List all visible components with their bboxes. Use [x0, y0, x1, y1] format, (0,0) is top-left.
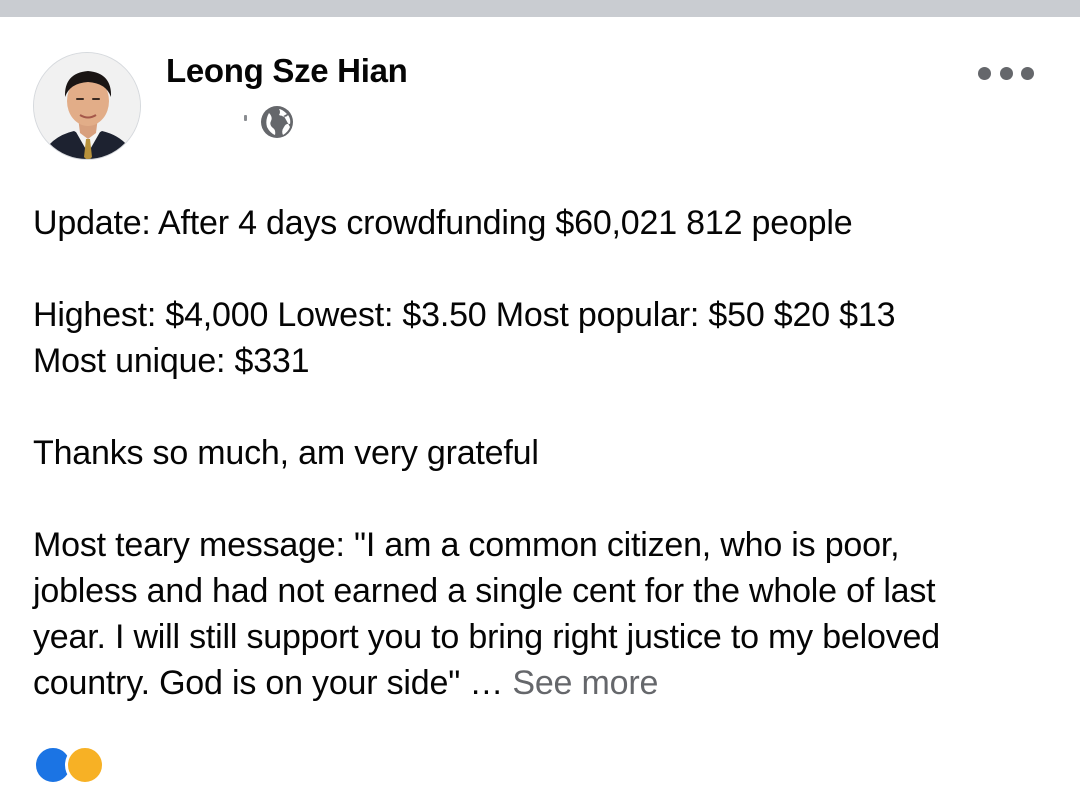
reactions-summary[interactable] [33, 745, 133, 785]
paragraph-amounts: Highest: $4,000 Lowest: $3.50 Most popul… [33, 292, 1053, 384]
meta-separator [244, 115, 247, 121]
more-dot [999, 66, 1013, 80]
avatar-portrait-image [34, 53, 140, 159]
care-reaction-icon [65, 745, 105, 785]
text-line: jobless and had not earned a single cent… [33, 572, 936, 610]
text-line: year. I will still support you to bring … [33, 618, 940, 656]
post-card: Leong Sze Hian Update: After 4 days crow… [0, 17, 1080, 785]
paragraph-thanks: Thanks so much, am very grateful [33, 430, 1053, 476]
post-body-text: Update: After 4 days crowdfunding $60,02… [33, 200, 1053, 706]
paragraph-update: Update: After 4 days crowdfunding $60,02… [33, 200, 1053, 246]
author-name[interactable]: Leong Sze Hian [166, 52, 408, 90]
globe-icon[interactable] [260, 105, 294, 139]
text-line: Thanks so much, am very grateful [33, 434, 539, 472]
more-dot [1021, 66, 1034, 80]
more-options-button[interactable] [978, 62, 1034, 84]
text-line: Update: After 4 days crowdfunding $60,02… [33, 204, 853, 242]
paragraph-message: Most teary message: "I am a common citiz… [33, 522, 1053, 706]
top-divider-bar [0, 0, 1080, 17]
text-line: country. God is on your side" … [33, 664, 513, 702]
see-more-link[interactable]: See more [512, 664, 658, 702]
text-line: Most unique: $331 [33, 342, 310, 380]
text-line: Highest: $4,000 Lowest: $3.50 Most popul… [33, 296, 896, 334]
more-dot [978, 66, 991, 80]
text-line: Most teary message: "I am a common citiz… [33, 526, 900, 564]
author-avatar[interactable] [33, 52, 141, 160]
